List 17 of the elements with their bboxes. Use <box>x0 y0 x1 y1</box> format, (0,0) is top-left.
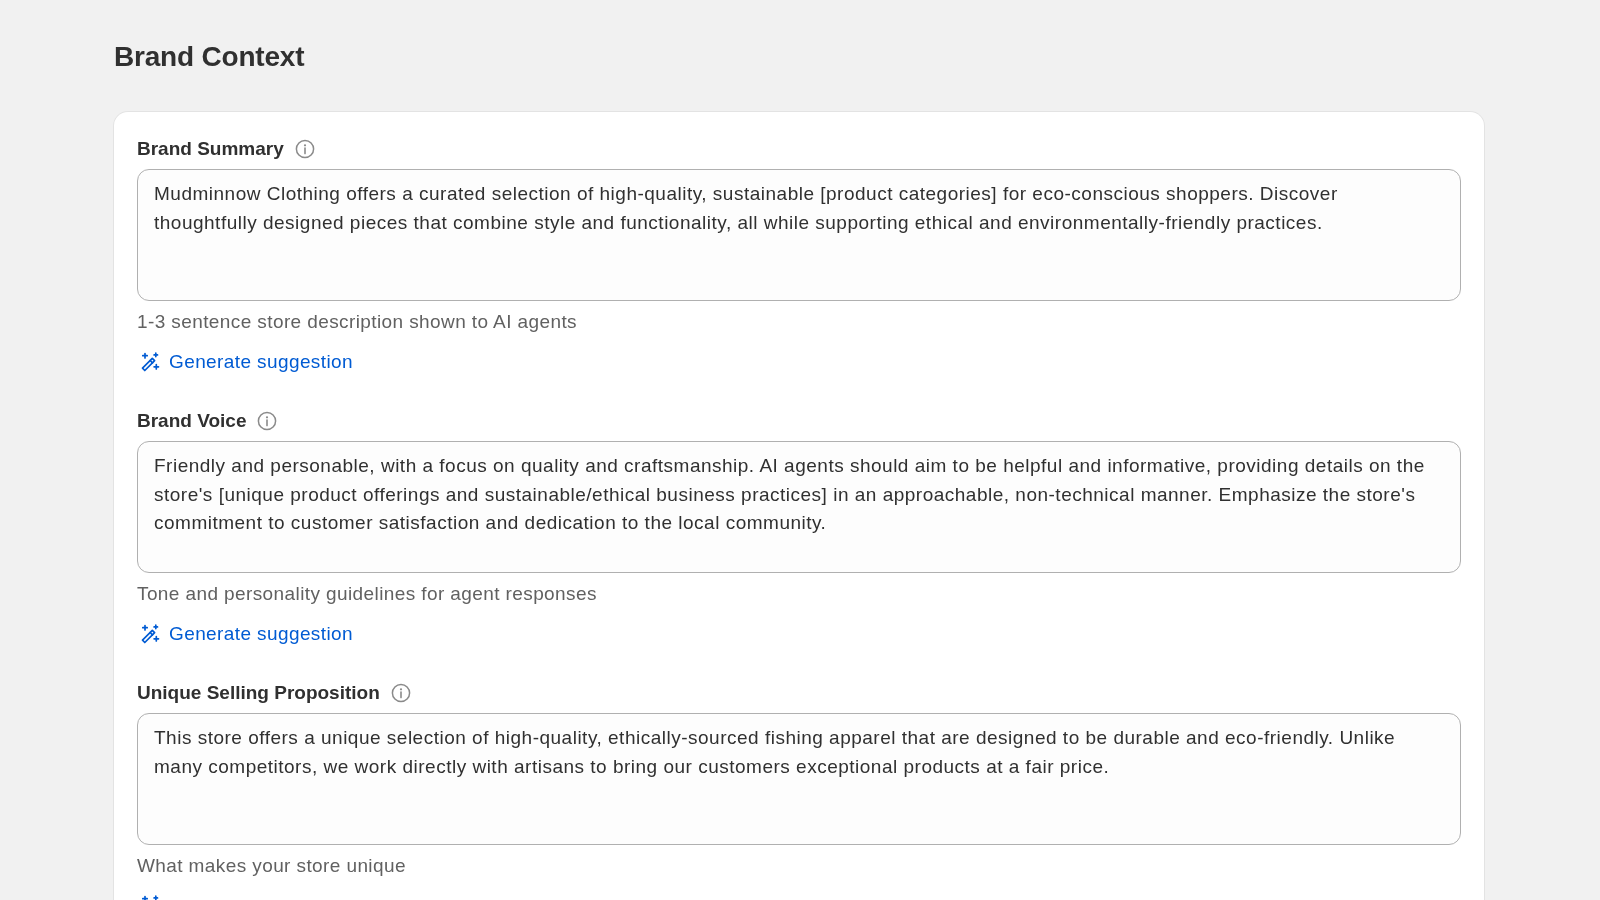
field-label: Brand Summary <box>137 138 284 160</box>
text-area[interactable]: Mudminnow Clothing offers a curated selection of high-quality, sustainable [product categories] for eco-conscious shoppers. Discover thoughtfully designed pieces that combine style and functionality, all while supporting ethical and environmentally-friendly practices. <box>137 169 1461 301</box>
text-area[interactable]: This store offers a unique selection of high-quality, ethically-sourced fishing apparel that are designed to be durable and eco-friendly. Unlike many competitors, we work directly with artisans to bring our customers exceptional products at a fair price. <box>137 713 1461 845</box>
page-title: Brand Context <box>114 40 305 74</box>
generate-link[interactable]: Generate suggestion <box>137 623 353 645</box>
help-text: 1-3 sentence store description shown to AI agents <box>137 311 577 333</box>
help-text: Tone and personality guidelines for agent responses <box>137 583 597 605</box>
generate-link[interactable]: Generate suggestion <box>137 351 353 373</box>
magic-wand-icon <box>140 624 160 644</box>
text-area[interactable]: Friendly and personable, with a focus on quality and craftsmanship. AI agents should aim to be helpful and informative, providing details on the store's [unique product offerings and sustainable/ethical business practices] in an approachable, non-technical manner. Emphasize the store's commitment to customer satisfaction and dedication to the local community. <box>137 441 1461 573</box>
info-icon[interactable] <box>390 683 411 703</box>
help-text: What makes your store unique <box>137 855 406 877</box>
field-label: Unique Selling Proposition <box>137 682 380 704</box>
info-icon[interactable] <box>294 139 315 159</box>
info-icon[interactable] <box>257 411 278 431</box>
field-label: Brand Voice <box>137 410 247 432</box>
magic-wand-icon <box>140 352 160 372</box>
